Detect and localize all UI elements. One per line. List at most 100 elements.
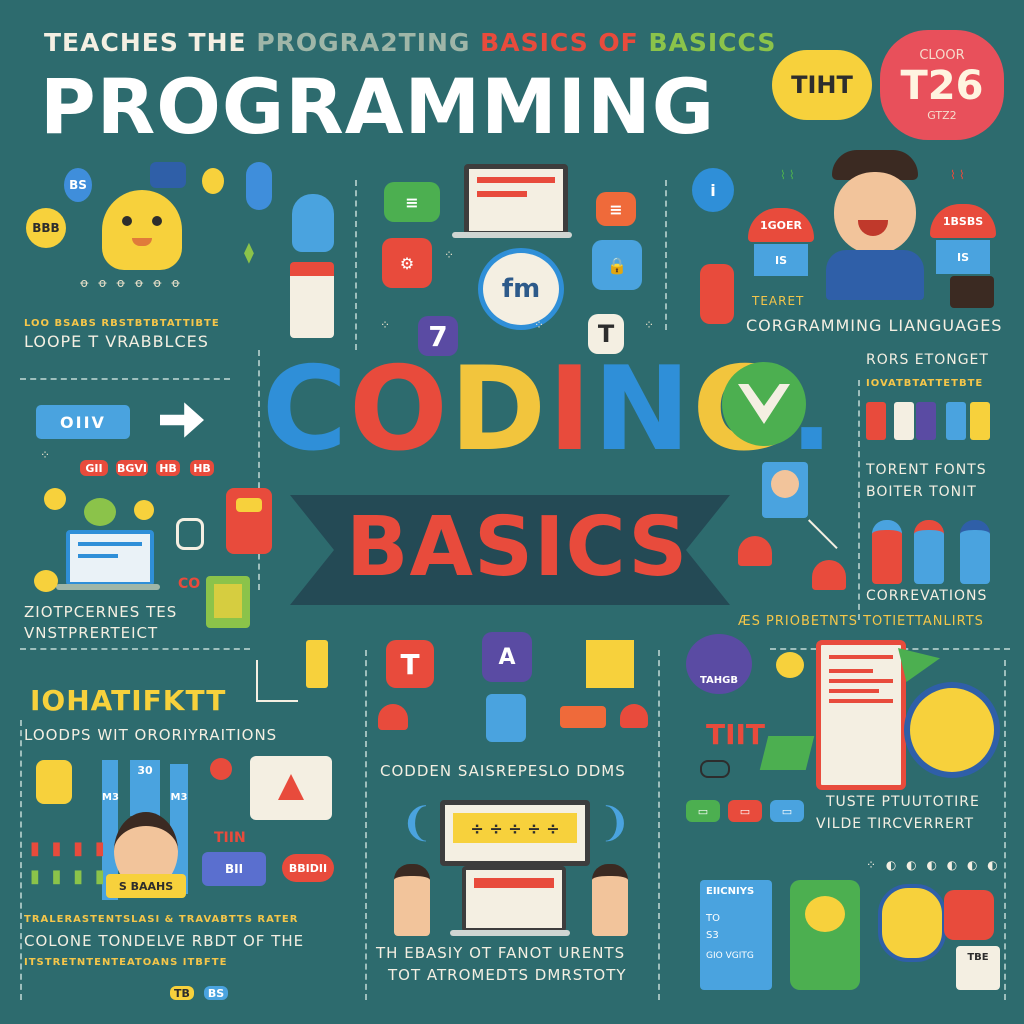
curly-brace-left-icon: ❨ <box>400 800 434 846</box>
left-caption-4: LOODPS WIT ORORIYRAITIONS <box>24 726 278 744</box>
red-badge-top: CLOOR <box>919 48 965 63</box>
decorative-dots: ꝋ ꝋ ꝋ ꝋ ꝋ ꝋ <box>80 276 183 290</box>
purple-bubble-text: TAHGB <box>700 675 738 686</box>
stool-icon <box>914 520 944 584</box>
subtitle-part-4: BASICCS <box>648 28 777 57</box>
tiin-text: TIIN <box>214 830 246 846</box>
mushroom-icon <box>812 560 846 590</box>
stool-icon <box>960 520 990 584</box>
panel-title: EIICNIYS <box>706 886 755 897</box>
orange-bar-icon <box>560 706 606 728</box>
decorative-dots: ⌇⌇ <box>950 168 968 182</box>
middle-caption: CODDEN SAISREPESLO DDMS <box>380 762 626 780</box>
left-caption-small-2: TRALERASTENTSLASI & TRAVABTTS RATER <box>24 914 299 925</box>
chat-bubble-icon: BBB <box>26 208 66 248</box>
decorative-dots: ▮ ▮ ▮ ▮ <box>30 838 108 859</box>
right-caption-6: ÆS PRIOBETNTS TOTIETTANLIRTS <box>738 614 984 629</box>
arrows-diagram-icon <box>250 756 332 820</box>
green-code-tile: ≡ <box>384 182 440 222</box>
mushroom-icon <box>738 536 772 566</box>
green-book-icon <box>206 576 250 628</box>
smiling-sun-character <box>904 682 1000 778</box>
monitor-formula: ÷ ÷ ÷ ÷ ÷ <box>470 818 560 838</box>
blue-chip-text: BII <box>224 862 244 876</box>
chip: HB <box>156 460 180 476</box>
left-caption-small-3: ITSTRETNTENTEATOANS ITBFTE <box>24 957 228 968</box>
blue-alien-character <box>292 194 334 252</box>
red-t-text: T <box>400 647 420 681</box>
mini-card: ▭ <box>728 800 762 822</box>
panel-line-2: S3 <box>706 930 719 941</box>
decorative-dots: ⁘ <box>444 248 458 262</box>
code-document-icon <box>816 640 906 790</box>
subtitle-part-3: BASICS OF <box>480 28 639 57</box>
chat-bubble-icon <box>210 758 232 780</box>
connector-line <box>355 180 357 350</box>
red-badge-main: T26 <box>900 63 984 109</box>
candy-jar-left: 1GOER IS <box>748 208 814 278</box>
right-caption-7: TUSTE PTUUTOTIRE <box>826 794 980 810</box>
mini-card: ▭ <box>770 800 804 822</box>
chat-bubble-icon <box>150 162 186 188</box>
coding-letter-i: I <box>548 342 594 477</box>
right-caption-2: RORS ETONGET <box>866 352 989 368</box>
red-badge-bottom: GTZ2 <box>927 109 957 122</box>
basics-title: BASICS <box>346 500 689 595</box>
tbe-text: TBE <box>967 952 989 963</box>
red-flower-badge: CLOOR T26 GTZ2 <box>880 30 1004 140</box>
coding-letter-d: D <box>449 342 549 477</box>
boy-card <box>762 462 808 518</box>
decorative-dots: ▮ ▮ ▮ ▮ <box>30 866 108 887</box>
red-chip-text: BBIDII <box>288 861 328 875</box>
left-caption-small-1: LOO BSABS RBSTBTBTATTIBTE <box>24 318 220 329</box>
connector-line <box>258 350 260 590</box>
colored-heading: IOHATIFKTT <box>30 684 227 717</box>
connector-line <box>858 380 860 620</box>
chip: BGVI <box>116 460 148 476</box>
middle-caption-bottom-1: TH EBASIY OT FANOT URENTS <box>376 944 626 962</box>
red-robot-tile: ⚙ <box>382 238 432 288</box>
left-caption-3: VNSTPRERTEICT <box>24 624 159 642</box>
candy-left-small: IS <box>774 253 787 267</box>
bottom-tag: TB <box>170 986 194 1000</box>
kid-character-right <box>592 864 628 936</box>
yellow-face-character <box>878 884 946 962</box>
chat-bubble-icon: BS <box>64 168 92 202</box>
curly-brace-right-icon: ❩ <box>598 800 632 846</box>
subtitle-part-1: TEACHES THE <box>44 28 247 57</box>
bottom-tag: BS <box>204 986 228 1000</box>
kid-character-left <box>394 864 430 936</box>
basket-icon <box>290 262 334 338</box>
chat-bubble-icon <box>202 168 224 194</box>
left-caption-5: COLONE TONDELVE RBDT OF THE <box>24 932 305 950</box>
arrow-right-icon <box>160 402 204 438</box>
connector-line <box>658 650 660 1000</box>
panel-line-3: GIO VGITG <box>706 951 754 961</box>
laptop-screen-icon <box>462 866 566 932</box>
chart-line-icon <box>256 660 298 702</box>
decorative-dots: ⌇⌇ <box>780 168 798 182</box>
decorative-dots: ⁘ <box>644 318 658 332</box>
connector-line <box>20 648 250 650</box>
blue-bar: 30 <box>130 760 160 816</box>
red-pill-icon <box>700 264 734 324</box>
green-symbol: ⧫ <box>244 240 254 264</box>
decorative-dots: ⁘ <box>534 318 548 332</box>
orange-code-tile: ≡ <box>596 192 636 226</box>
laptop-base <box>56 584 160 590</box>
fm-chat-bubble: fm <box>478 248 564 330</box>
chat-bubble-icon <box>34 570 58 592</box>
main-title: PROGRAMMING <box>40 62 716 151</box>
mushroom-icon <box>620 704 648 728</box>
connector-line <box>665 180 667 330</box>
green-monster-character <box>790 880 860 990</box>
chip: HB <box>190 460 214 476</box>
chat-bubble-icon <box>246 162 272 210</box>
oiiv-label: OIIV <box>36 405 130 439</box>
face-tag-text: S BAAHS <box>118 879 174 893</box>
candy-left-text: 1GOER <box>759 218 803 232</box>
purple-bubble: TAHGB <box>686 634 752 694</box>
robot-character <box>102 190 182 270</box>
red-chip: BBIDII <box>282 854 334 882</box>
connector-line <box>1004 660 1006 1000</box>
